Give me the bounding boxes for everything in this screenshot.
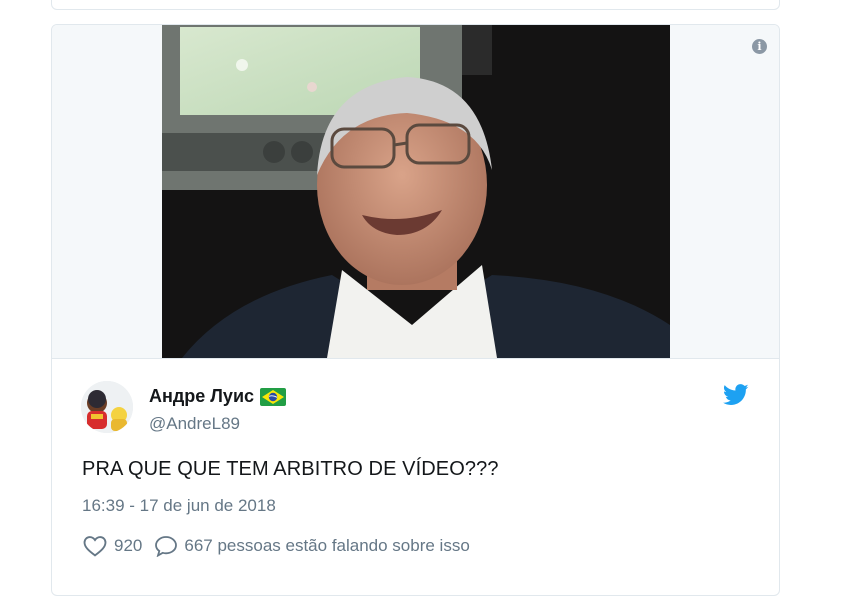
display-name[interactable]: Андре Луис — [149, 386, 287, 407]
tweet-timestamp[interactable]: 16:39 - 17 de jun de 2018 — [82, 496, 276, 516]
conversation-count[interactable]: 667 pessoas estão falando sobre isso — [184, 536, 469, 556]
tweet-actions: 920 667 pessoas estão falando sobre isso — [82, 535, 482, 557]
like-button[interactable]: 920 — [82, 535, 142, 557]
previous-card — [51, 0, 780, 10]
info-icon[interactable]: i — [752, 39, 767, 54]
brazil-flag-icon — [260, 387, 287, 406]
twitter-bird-icon[interactable] — [722, 384, 749, 406]
reply-button[interactable]: 667 pessoas estão falando sobre isso — [154, 535, 470, 557]
avatar-illustration — [81, 381, 133, 433]
embedded-tweet[interactable]: i Андре Луис @AndreL89 PRA QUE QUE TEM A… — [51, 24, 780, 596]
divider — [52, 358, 779, 359]
user-handle[interactable]: @AndreL89 — [149, 414, 240, 434]
media-area: i — [52, 25, 779, 358]
tweet-text: PRA QUE QUE TEM ARBITRO DE VÍDEO??? — [82, 458, 499, 480]
speech-bubble-icon — [154, 535, 178, 557]
avatar[interactable] — [81, 381, 133, 433]
display-name-text[interactable]: Андре Луис — [149, 386, 254, 407]
heart-icon — [82, 535, 108, 557]
like-count: 920 — [114, 536, 143, 555]
photo-illustration — [162, 25, 670, 358]
tweet-photo[interactable] — [162, 25, 670, 358]
